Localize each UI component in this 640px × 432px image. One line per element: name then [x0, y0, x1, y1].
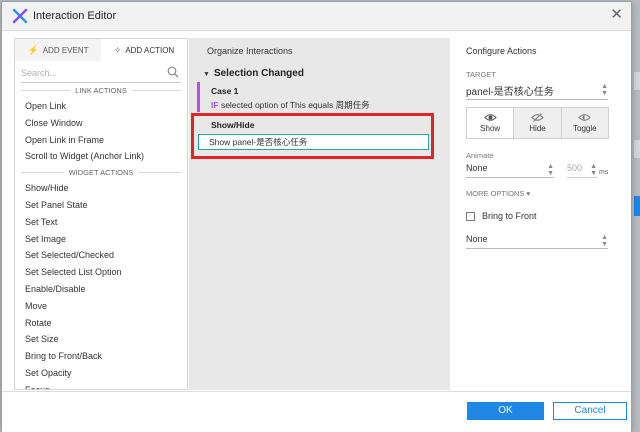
- duration-unit: ms: [599, 169, 609, 176]
- action-item[interactable]: Rotate: [15, 315, 187, 332]
- animate-select[interactable]: None ▲ ▼: [466, 163, 554, 178]
- action-item[interactable]: Set Opacity: [15, 365, 187, 382]
- section-header: LINK ACTIONS: [21, 86, 181, 95]
- lightning-icon: ⚡: [27, 44, 39, 55]
- show-button[interactable]: Show: [467, 108, 514, 138]
- cancel-button[interactable]: Cancel: [553, 402, 627, 420]
- action-item[interactable]: Set Panel State: [15, 197, 187, 214]
- background-strip: [634, 196, 640, 216]
- background-strip: [634, 140, 640, 158]
- target-select[interactable]: panel-是否核心任务 ▲ ▼: [466, 83, 608, 100]
- configure-actions-panel: Configure Actions TARGET panel-是否核心任务 ▲ ▼…: [451, 38, 623, 390]
- action-item[interactable]: Open Link in Frame: [15, 132, 187, 149]
- library-tabs: ⚡ ADD EVENT ✧ ADD ACTION: [15, 39, 187, 61]
- interaction-editor-dialog: Interaction Editor ✕ ⚡ ADD EVENT ✧ ADD A…: [1, 1, 632, 432]
- eye-slash-icon: [531, 113, 544, 122]
- updown-icon: ▲ ▼: [601, 83, 608, 97]
- action-item[interactable]: Enable/Disable: [15, 281, 187, 298]
- app-logo-icon: [12, 8, 28, 24]
- duration-input[interactable]: 500 ▲ ▼: [567, 163, 597, 178]
- target-label: TARGET: [466, 70, 496, 79]
- action-item[interactable]: Close Window: [15, 115, 187, 132]
- updown-icon: ▲ ▼: [547, 163, 554, 177]
- organize-interactions-panel: Organize Interactions ▼ Selection Changed…: [189, 38, 450, 390]
- updown-icon: ▲ ▼: [601, 234, 608, 248]
- action-item[interactable]: Set Selected List Option: [15, 264, 187, 281]
- action-name: Show/Hide: [211, 120, 255, 130]
- more-options-link[interactable]: MORE OPTIONS ▾: [466, 189, 530, 198]
- search-field: [21, 65, 181, 83]
- tab-label: ADD EVENT: [42, 45, 89, 55]
- toggle-button[interactable]: Toggle: [560, 108, 608, 138]
- caret-down-icon: ▼: [203, 71, 210, 78]
- bring-to-front-checkbox[interactable]: Bring to Front: [466, 211, 537, 221]
- action-item[interactable]: Set Text: [15, 214, 187, 231]
- panel-title: Organize Interactions: [207, 46, 293, 56]
- event-name: Selection Changed: [213, 68, 304, 79]
- eye-icon: [483, 114, 497, 121]
- title-bar: Interaction Editor ✕: [2, 2, 631, 31]
- tab-add-event[interactable]: ⚡ ADD EVENT: [15, 39, 101, 61]
- tab-add-action[interactable]: ✧ ADD ACTION: [101, 39, 187, 61]
- action-item[interactable]: Scroll to Widget (Anchor Link): [15, 148, 187, 165]
- action-item[interactable]: Move: [15, 298, 187, 315]
- action-detail-selected[interactable]: Show panel-是否核心任务: [198, 134, 429, 150]
- action-item[interactable]: Bring to Front/Back: [15, 348, 187, 365]
- case-condition: IF selected option of This equals 周期任务: [211, 100, 370, 110]
- action-item[interactable]: Set Size: [15, 331, 187, 348]
- window-title: Interaction Editor: [33, 10, 117, 22]
- case-block[interactable]: Case 1 IF selected option of This equals…: [197, 82, 443, 112]
- sparkle-icon: ✧: [113, 44, 122, 55]
- action-item[interactable]: Open Link: [15, 98, 187, 115]
- case-name: Case 1: [211, 86, 239, 96]
- eye-toggle-icon: [578, 114, 592, 121]
- updown-icon: ▲ ▼: [590, 163, 597, 177]
- close-icon[interactable]: ✕: [610, 6, 623, 24]
- search-icon[interactable]: [167, 66, 179, 78]
- animate-label: Animate: [466, 151, 494, 160]
- action-library-panel: ⚡ ADD EVENT ✧ ADD ACTION LINK ACTIONS Op…: [14, 38, 188, 390]
- visibility-toggle-group: Show Hide Toggle: [466, 107, 609, 139]
- action-item[interactable]: Focus: [15, 382, 187, 389]
- checkbox-icon: [466, 211, 475, 221]
- tab-label: ADD ACTION: [125, 45, 175, 55]
- action-item[interactable]: Show/Hide: [15, 180, 187, 197]
- search-input[interactable]: [21, 65, 166, 81]
- panel-title: Configure Actions: [466, 46, 537, 56]
- section-header: WIDGET ACTIONS: [21, 168, 181, 177]
- highlighted-action-group: Show/Hide Show panel-是否核心任务: [191, 113, 434, 159]
- bring-front-select[interactable]: None ▲ ▼: [466, 234, 608, 249]
- background-strip: [634, 72, 640, 90]
- action-item[interactable]: Set Image: [15, 231, 187, 248]
- dialog-footer: OK Cancel: [2, 391, 631, 432]
- hide-button[interactable]: Hide: [513, 108, 561, 138]
- action-item[interactable]: Set Selected/Checked: [15, 247, 187, 264]
- event-header[interactable]: ▼ Selection Changed: [203, 68, 304, 79]
- ok-button[interactable]: OK: [467, 402, 544, 420]
